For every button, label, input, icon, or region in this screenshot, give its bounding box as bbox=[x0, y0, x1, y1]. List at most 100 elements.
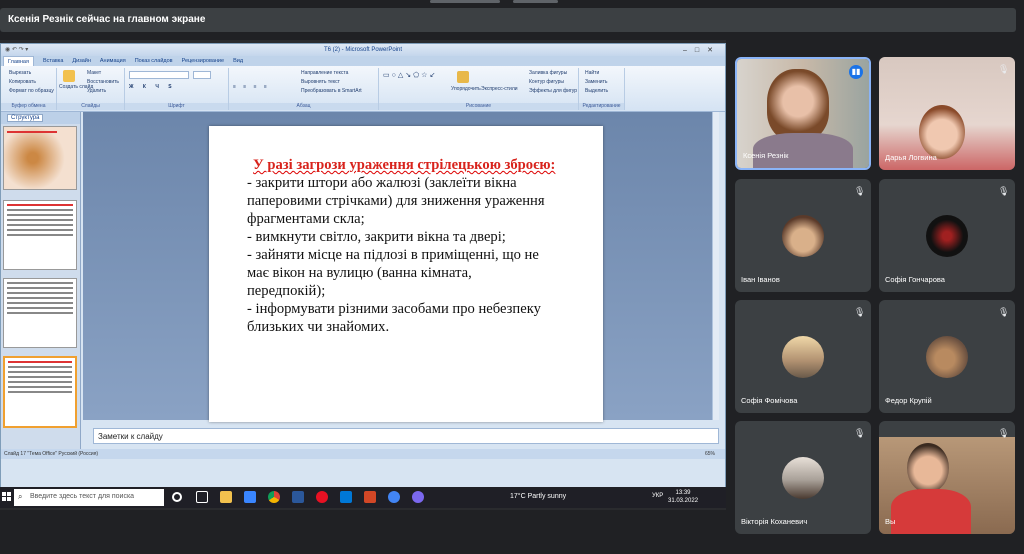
participant-tile[interactable]: 🎙 Вы bbox=[879, 421, 1015, 534]
file-explorer-icon[interactable] bbox=[220, 491, 232, 503]
speaking-indicator-icon: ▮▮ bbox=[849, 65, 863, 79]
task-view-icon[interactable] bbox=[196, 491, 208, 503]
thumb-line bbox=[8, 361, 72, 363]
cut-button[interactable]: Вырезать bbox=[9, 70, 31, 76]
quick-styles-button[interactable]: Экспресс-стили bbox=[481, 86, 518, 92]
powerpoint-titlebar: ◉ ↶ ↷ ▾ Т6 (2) - Microsoft PowerPoint –□… bbox=[1, 44, 725, 56]
tab-review[interactable]: Рецензирование bbox=[182, 56, 224, 66]
text-direction-button[interactable]: Направление текста bbox=[301, 70, 348, 76]
tab-outline[interactable]: Структура bbox=[7, 114, 44, 122]
meet-window: Ксенія Резнік сейчас на главном экране ◉… bbox=[0, 0, 1024, 554]
slide-thumbnail[interactable] bbox=[3, 200, 77, 270]
participant-tile[interactable]: 🎙 Дарья Логвина bbox=[879, 57, 1015, 170]
group-drawing: ▭○△↘⬠☆↙ Упорядочить Экспресс-стили Залив… bbox=[379, 68, 579, 110]
shapes-gallery[interactable]: ▭○△↘⬠☆↙ bbox=[383, 71, 437, 79]
thumb-line bbox=[8, 376, 72, 378]
slide-thumbnail-selected[interactable] bbox=[3, 356, 77, 428]
arrange-button[interactable]: Упорядочить bbox=[451, 86, 481, 92]
format-painter-button[interactable]: Формат по образцу bbox=[9, 88, 54, 94]
search-placeholder: Введите здесь текст для поиска bbox=[30, 493, 135, 500]
delete-slide-button[interactable]: Удалить bbox=[87, 88, 106, 94]
app-icon[interactable] bbox=[292, 491, 304, 503]
participant-face bbox=[907, 443, 949, 493]
mic-off-icon: 🎙 bbox=[998, 64, 1010, 74]
participant-tile[interactable]: 🎙 Софія Гончарова bbox=[879, 179, 1015, 292]
thumb-line bbox=[8, 371, 72, 373]
windows-start-icon[interactable] bbox=[2, 492, 11, 501]
chrome-icon[interactable] bbox=[268, 491, 280, 503]
replace-button[interactable]: Заменить bbox=[585, 79, 607, 85]
tab-insert[interactable]: Вставка bbox=[43, 56, 63, 66]
clock[interactable]: 13:39 31.03.2022 bbox=[668, 489, 698, 505]
current-slide[interactable]: У разі загрози ураження стрілецькою збро… bbox=[209, 126, 603, 422]
thumb-line bbox=[7, 131, 57, 133]
thumb-line bbox=[8, 366, 72, 368]
participant-tile[interactable]: 🎙 Вікторія Коханевич bbox=[735, 421, 871, 534]
avatar bbox=[926, 336, 968, 378]
participant-tile[interactable]: 🎙 Софія Фомічова bbox=[735, 300, 871, 413]
search-icon: ⌕ bbox=[18, 492, 23, 501]
smartart-button[interactable]: Преобразовать в SmartArt bbox=[301, 88, 362, 94]
thumb-line bbox=[7, 302, 73, 304]
cortana-icon[interactable] bbox=[172, 492, 182, 502]
app-icon[interactable] bbox=[340, 491, 352, 503]
shape-fill-button[interactable]: Заливка фигуры bbox=[529, 70, 567, 76]
store-icon[interactable] bbox=[244, 491, 256, 503]
shape-effects-button[interactable]: Эффекты для фигур bbox=[529, 88, 577, 94]
thumb-line bbox=[7, 229, 73, 231]
thumb-line bbox=[7, 219, 73, 221]
mic-off-icon: 🎙 bbox=[854, 428, 866, 438]
arrange-icon[interactable] bbox=[457, 71, 469, 83]
group-label: Буфер обмена bbox=[1, 103, 56, 110]
participant-tile[interactable]: ▮▮ Ксенія Резнік bbox=[735, 57, 871, 170]
participant-face bbox=[767, 69, 829, 141]
tab-animation[interactable]: Анимация bbox=[100, 56, 126, 66]
thumb-line bbox=[7, 307, 73, 309]
quick-access-toolbar[interactable]: ◉ ↶ ↷ ▾ bbox=[5, 44, 28, 56]
font-size-select[interactable] bbox=[193, 71, 211, 79]
align-text-button[interactable]: Выровнять текст bbox=[301, 79, 340, 85]
taskbar-search-input[interactable]: ⌕ Введите здесь текст для поиска bbox=[14, 489, 164, 506]
thumb-line bbox=[8, 386, 72, 388]
powerpoint-taskbar-icon[interactable] bbox=[364, 491, 376, 503]
mic-off-icon: 🎙 bbox=[854, 307, 866, 317]
font-name-select[interactable] bbox=[129, 71, 189, 79]
zoom-level[interactable]: 65% bbox=[705, 449, 715, 459]
find-button[interactable]: Найти bbox=[585, 70, 599, 76]
language-indicator[interactable]: УКР bbox=[652, 493, 663, 499]
new-slide-icon[interactable] bbox=[63, 70, 75, 82]
avatar bbox=[782, 215, 824, 257]
browser-icon[interactable] bbox=[388, 491, 400, 503]
notes-field[interactable]: Заметки к слайду bbox=[93, 428, 719, 444]
avatar bbox=[782, 457, 824, 499]
slide-thumbnail[interactable] bbox=[3, 278, 77, 348]
group-label: Рисование bbox=[379, 103, 578, 110]
layout-button[interactable]: Макет bbox=[87, 70, 101, 76]
group-editing: Найти Заменить Выделить Редактирование bbox=[579, 68, 625, 110]
tab-view[interactable]: Вид bbox=[233, 56, 243, 66]
thumb-line bbox=[8, 381, 72, 383]
vertical-scrollbar[interactable] bbox=[712, 112, 719, 420]
slide-thumbnail[interactable] bbox=[3, 126, 77, 190]
align-buttons[interactable]: ≡ ≡ ≡ ≡ bbox=[233, 84, 270, 90]
window-controls[interactable]: –□✕ bbox=[683, 45, 721, 57]
participant-tile[interactable]: 🎙 Іван Іванов bbox=[735, 179, 871, 292]
tab-design[interactable]: Дизайн bbox=[72, 56, 91, 66]
font-format-buttons[interactable]: Ж К Ч S bbox=[129, 84, 176, 90]
copy-button[interactable]: Копировать bbox=[9, 79, 36, 85]
opera-icon[interactable] bbox=[316, 491, 328, 503]
ribbon-tabs: Главная Вставка Дизайн Анимация Показ сл… bbox=[1, 56, 725, 66]
tab-home[interactable]: Главная bbox=[3, 56, 34, 66]
tab-slideshow[interactable]: Показ слайдов bbox=[135, 56, 173, 66]
slides-pane: Структура bbox=[1, 112, 81, 452]
participant-name: Вы bbox=[885, 517, 896, 526]
group-label: Абзац bbox=[229, 103, 378, 110]
select-button[interactable]: Выделить bbox=[585, 88, 608, 94]
participant-name: Софія Гончарова bbox=[885, 275, 945, 284]
shape-outline-button[interactable]: Контур фигуры bbox=[529, 79, 564, 85]
reset-button[interactable]: Восстановить bbox=[87, 79, 119, 85]
participant-tile[interactable]: 🎙 Федор Крупій bbox=[879, 300, 1015, 413]
weather-widget[interactable]: 17°C Partly sunny bbox=[510, 493, 566, 500]
viber-icon[interactable] bbox=[412, 491, 424, 503]
group-font: Ж К Ч S Шрифт bbox=[125, 68, 229, 110]
